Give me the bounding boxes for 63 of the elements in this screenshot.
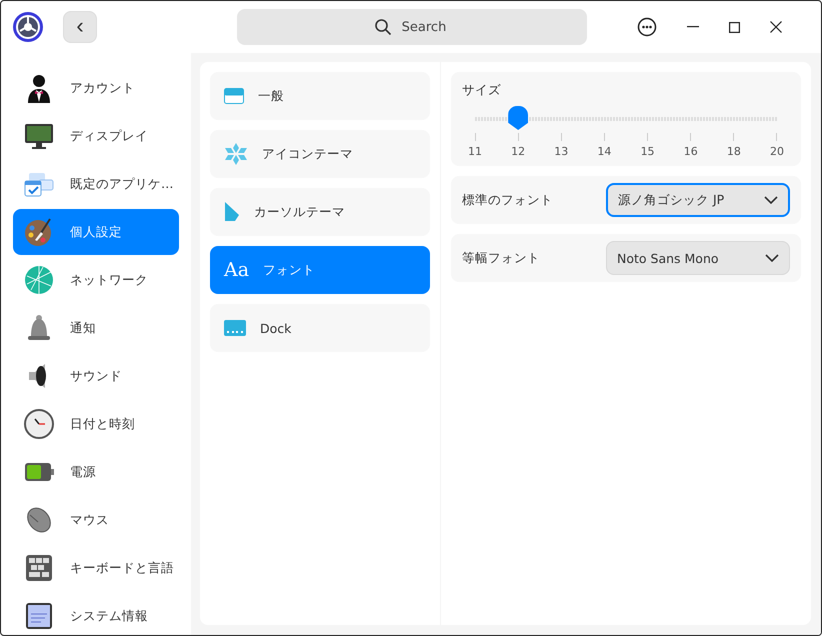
globe-icon	[23, 264, 55, 296]
search-field[interactable]: Search	[237, 9, 587, 45]
sidebar-item[interactable]: ディスプレイ	[13, 113, 179, 159]
sidebar-item[interactable]: マウス	[13, 497, 179, 543]
search-icon	[374, 18, 392, 36]
keyboard-icon	[23, 552, 55, 584]
chevron-down-icon	[764, 196, 778, 204]
subsection-item[interactable]: Dock	[210, 304, 430, 352]
back-button[interactable]: ‹	[63, 11, 97, 43]
font-dropdown[interactable]: Noto Sans Mono	[606, 241, 790, 275]
maximize-icon[interactable]	[729, 22, 740, 32]
field-label: 等幅フォント	[462, 250, 540, 266]
sidebar-item[interactable]: サウンド	[13, 353, 179, 399]
subsection-item[interactable]: Aa フォント	[210, 246, 430, 294]
sidebar-label: 日付と時刻	[70, 416, 135, 432]
sidebar-label: アカウント	[70, 80, 135, 96]
chevron-down-icon	[765, 254, 779, 262]
tick-label: 12	[511, 145, 526, 158]
snowflake-icon	[224, 142, 248, 166]
app-logo-icon	[12, 11, 44, 43]
tick-label: 13	[554, 145, 568, 158]
sidebar-label: ディスプレイ	[70, 128, 148, 144]
minimize-icon[interactable]	[687, 26, 699, 28]
field-label: 標準のフォント	[462, 192, 553, 208]
dock-icon	[224, 320, 246, 336]
sidebar-label: 既定のアプリケ…	[70, 176, 174, 192]
close-icon[interactable]	[770, 21, 782, 33]
tick-label: 11	[468, 145, 482, 158]
tick-label: 18	[726, 145, 741, 158]
sidebar-label: キーボードと言語	[70, 560, 174, 576]
sidebar-item[interactable]: 日付と時刻	[13, 401, 179, 447]
tick-label: 20	[770, 145, 784, 158]
size-label: サイズ	[462, 82, 502, 99]
subsection-item[interactable]: アイコンテーマ	[210, 130, 430, 178]
sidebar-item[interactable]: ネットワーク	[13, 257, 179, 303]
sidebar-item[interactable]: アカウント	[13, 65, 179, 111]
document-icon	[23, 600, 55, 632]
subsection-item[interactable]: 一般	[210, 72, 430, 120]
size-slider[interactable]: 11 12 13 14 15 16 18 20	[465, 105, 787, 158]
tick-label: 16	[684, 145, 698, 158]
sidebar-label: 個人設定	[70, 224, 122, 240]
sidebar-label: 通知	[70, 320, 96, 336]
sidebar-label: ネットワーク	[70, 272, 148, 288]
more-options-icon[interactable]	[637, 17, 657, 37]
font-icon: Aa	[224, 259, 250, 281]
sidebar-item[interactable]: システム情報	[13, 593, 179, 635]
sidebar-label: サウンド	[70, 368, 122, 384]
sidebar-label: マウス	[70, 512, 109, 528]
window-icon	[224, 88, 244, 104]
tick-label: 15	[640, 145, 655, 158]
font-dropdown[interactable]: 源ノ角ゴシック JP	[606, 183, 790, 217]
sidebar-item[interactable]: キーボードと言語	[13, 545, 179, 591]
cursor-icon	[224, 202, 240, 222]
sidebar-label: システム情報	[70, 608, 148, 624]
clock-icon	[23, 408, 55, 440]
slider-thumb[interactable]	[508, 106, 528, 130]
subsection-item[interactable]: カーソルテーマ	[210, 188, 430, 236]
tick-label: 14	[597, 145, 612, 158]
sidebar-item[interactable]: 既定のアプリケ…	[13, 161, 179, 207]
sidebar-item[interactable]: 個人設定	[13, 209, 179, 255]
sidebar-item[interactable]: 電源	[13, 449, 179, 495]
sidebar-item[interactable]: 通知	[13, 305, 179, 351]
sidebar-label: 電源	[70, 464, 96, 480]
